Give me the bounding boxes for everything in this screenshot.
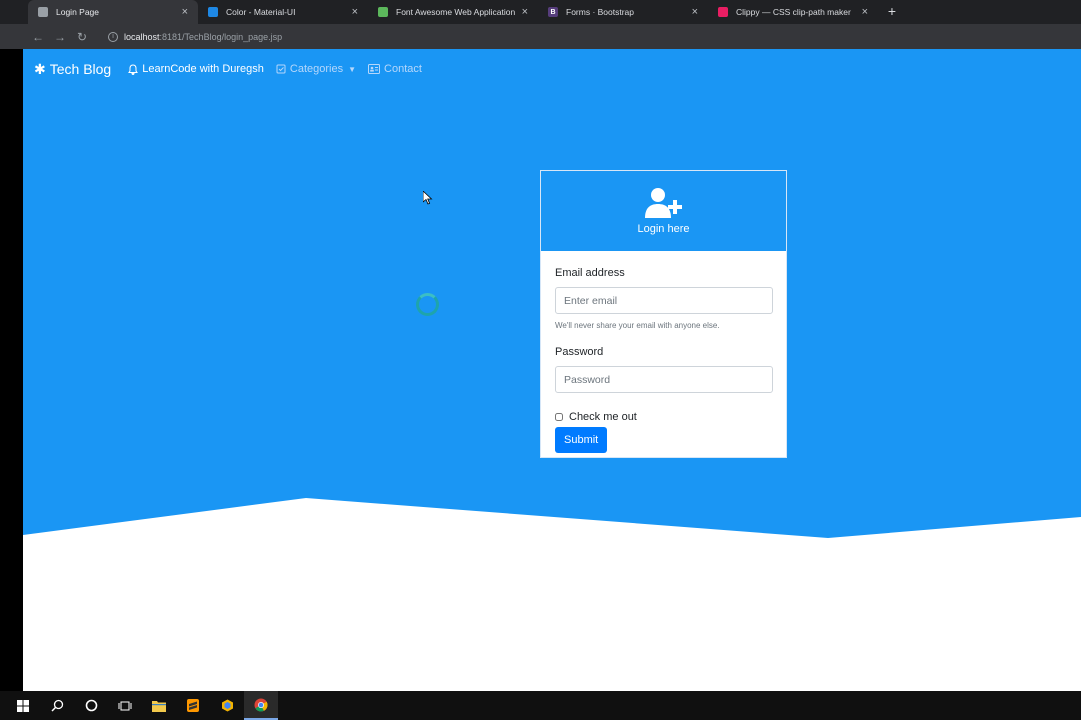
- email-input[interactable]: [555, 287, 773, 314]
- caret-down-icon: ▼: [348, 64, 357, 74]
- search-icon[interactable]: [40, 691, 74, 720]
- close-tab-icon[interactable]: ×: [352, 6, 358, 18]
- chrome-icon[interactable]: [244, 691, 278, 720]
- user-plus-icon: [644, 188, 682, 218]
- font-awesome-icon: [378, 7, 388, 17]
- close-tab-icon[interactable]: ×: [522, 6, 528, 18]
- clippy-icon: [718, 7, 728, 17]
- login-title: Login here: [637, 223, 690, 235]
- nav-link-label: LearnCode with Duregsh: [142, 63, 264, 75]
- loading-spinner-icon: [416, 293, 439, 316]
- tab-forms-bootstrap[interactable]: B Forms · Bootstrap ×: [538, 0, 708, 24]
- close-tab-icon[interactable]: ×: [862, 6, 868, 18]
- tab-title: Clippy — CSS clip-path maker: [736, 7, 851, 17]
- bell-icon: [128, 63, 139, 75]
- cortana-icon[interactable]: [74, 691, 108, 720]
- login-card-header: Login here: [541, 171, 786, 251]
- login-card: Login here Email address We'll never sha…: [540, 170, 787, 458]
- remember-label: Check me out: [569, 411, 637, 423]
- screen: Login Page × Color - Material-UI × Font …: [0, 0, 1081, 720]
- navbar: ✱ Tech Blog LearnCode with Duregsh Categ…: [23, 49, 1081, 89]
- password-label: Password: [555, 346, 604, 358]
- remember-checkbox[interactable]: [555, 413, 563, 421]
- bootstrap-icon: B: [548, 7, 558, 17]
- url-path: :8181/TechBlog/login_page.jsp: [159, 31, 283, 42]
- tab-title: Forms · Bootstrap: [566, 7, 635, 17]
- tab-clippy[interactable]: Clippy — CSS clip-path maker ×: [708, 0, 878, 24]
- tab-login-page[interactable]: Login Page ×: [28, 0, 198, 24]
- nav-link-label: Categories: [289, 63, 344, 75]
- login-form: Email address We'll never share your ema…: [541, 251, 786, 453]
- browser-toolbar: ← → ↻ i localhost:8181/TechBlog/login_pa…: [0, 24, 1081, 49]
- forward-icon[interactable]: →: [49, 26, 71, 48]
- file-explorer-icon[interactable]: [142, 691, 176, 720]
- page-viewport: ✱ Tech Blog LearnCode with Duregsh Categ…: [23, 49, 1081, 691]
- address-card-icon: [368, 64, 381, 74]
- email-label: Email address: [555, 267, 625, 279]
- close-tab-icon[interactable]: ×: [182, 6, 188, 18]
- tab-font-awesome[interactable]: Font Awesome Web Application ×: [368, 0, 538, 24]
- tab-title: Color - Material-UI: [226, 7, 296, 17]
- check-square-icon: [276, 64, 286, 74]
- submit-button[interactable]: Submit: [555, 427, 608, 453]
- app-icon[interactable]: [210, 691, 244, 720]
- material-ui-icon: [208, 7, 218, 17]
- email-help-text: We'll never share your email with anyone…: [555, 321, 720, 330]
- nav-link-categories[interactable]: Categories ▼: [276, 63, 356, 75]
- close-tab-icon[interactable]: ×: [692, 6, 698, 18]
- nav-link-contact[interactable]: Contact: [368, 63, 422, 75]
- nav-link-learncode[interactable]: LearnCode with Duregsh: [128, 63, 264, 75]
- url-host: localhost: [124, 31, 160, 42]
- sublime-text-icon[interactable]: [176, 691, 210, 720]
- tab-color-material-ui[interactable]: Color - Material-UI ×: [198, 0, 368, 24]
- address-bar[interactable]: i localhost:8181/TechBlog/login_page.jsp: [100, 27, 1070, 46]
- brand-text: Tech Blog: [49, 61, 112, 77]
- windows-start-icon[interactable]: [6, 691, 40, 720]
- reload-icon[interactable]: ↻: [71, 26, 93, 48]
- taskbar: [0, 691, 1081, 720]
- remember-row: Check me out: [555, 411, 772, 423]
- browser-tab-strip: Login Page × Color - Material-UI × Font …: [0, 0, 1081, 24]
- nav-link-label: Contact: [384, 63, 422, 75]
- brand-link[interactable]: ✱ Tech Blog: [34, 61, 111, 78]
- back-icon[interactable]: ←: [27, 26, 49, 48]
- password-input[interactable]: [555, 366, 773, 393]
- task-view-icon[interactable]: [108, 691, 142, 720]
- asterisk-icon: ✱: [34, 60, 46, 77]
- new-tab-button[interactable]: +: [884, 2, 900, 20]
- tab-title: Login Page: [56, 7, 100, 17]
- tab-title: Font Awesome Web Application: [396, 7, 516, 17]
- mouse-cursor-icon: [423, 191, 433, 205]
- info-icon[interactable]: i: [108, 31, 118, 42]
- globe-icon: [38, 7, 48, 17]
